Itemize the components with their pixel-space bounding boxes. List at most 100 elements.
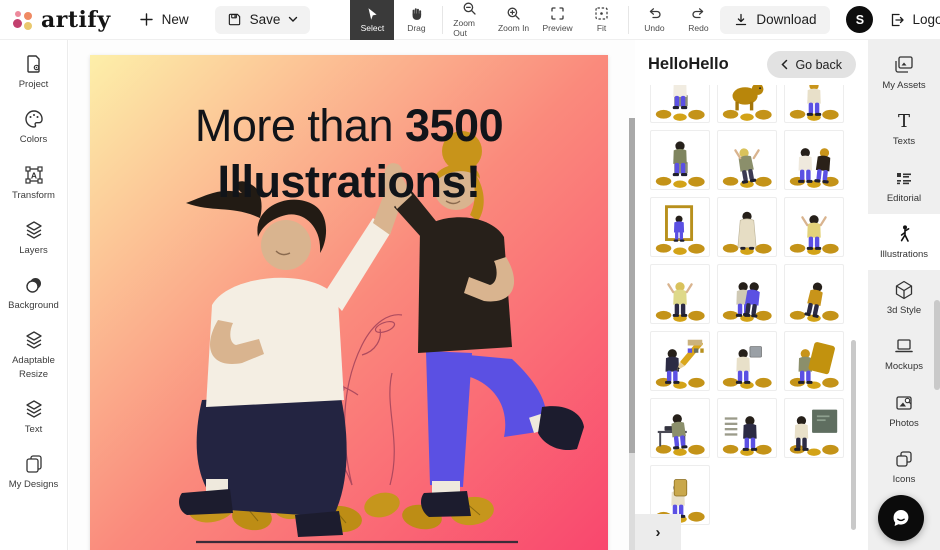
chevron-right-icon: › xyxy=(655,523,661,541)
illustration-thumbnail-person-in-robe[interactable] xyxy=(717,197,777,257)
rail-item-my-assets[interactable]: My Assets xyxy=(868,45,940,101)
workspace: More than 3500 Illustrations! xyxy=(69,40,635,550)
rail-item-icons[interactable]: Icons xyxy=(868,439,940,495)
tool-undo[interactable]: Undo xyxy=(632,0,676,40)
tool-fit[interactable]: Fit xyxy=(580,0,624,40)
sidebar-item-adaptable-resize[interactable]: Adaptable Resize xyxy=(2,329,66,381)
illustration-thumbnail-person-with-rabbit[interactable] xyxy=(650,85,710,123)
illustration-thumbnail-person-dancing-basket[interactable] xyxy=(717,130,777,190)
cube-icon xyxy=(895,281,913,300)
undo-icon xyxy=(649,8,661,19)
thumbnail-grid xyxy=(650,85,855,525)
toolbar-divider xyxy=(627,5,629,34)
illustration-thumbnail-person-walking-away[interactable] xyxy=(784,85,844,123)
panel-scrollbar[interactable] xyxy=(851,340,856,530)
sidebar-item-text[interactable]: Text xyxy=(2,398,66,436)
hand-icon xyxy=(412,8,422,20)
sidebar-item-transform[interactable]: A Transform xyxy=(2,164,66,202)
thumbnail-scroll-area[interactable] xyxy=(635,85,855,550)
zoom-in-icon xyxy=(507,7,520,20)
cursor-icon xyxy=(368,7,378,20)
logo-text: artify xyxy=(41,6,111,33)
icons-stack-icon xyxy=(896,451,912,467)
illustration-thumbnail-person-holding-box[interactable] xyxy=(717,331,777,391)
illustration-thumbnail-person-sitting-on-box[interactable] xyxy=(650,130,710,190)
logout-icon xyxy=(892,13,905,26)
collapse-panel-button[interactable]: › xyxy=(635,514,681,550)
illustration-thumbnail-couple-hugging[interactable] xyxy=(717,264,777,324)
tool-drag[interactable]: Drag xyxy=(394,0,438,40)
tool-select[interactable]: Select xyxy=(350,0,395,40)
rail-item-mockups[interactable]: Mockups xyxy=(868,326,940,382)
svg-text:T: T xyxy=(898,111,910,132)
toolbar-divider xyxy=(442,5,444,34)
save-button[interactable]: Save xyxy=(214,5,311,34)
go-back-button[interactable]: Go back xyxy=(767,51,856,78)
plus-icon xyxy=(139,13,153,26)
rail-item-editorial[interactable]: Editorial xyxy=(868,158,940,214)
laptop-icon xyxy=(895,339,913,353)
tool-redo[interactable]: Redo xyxy=(676,0,720,40)
avatar[interactable]: S xyxy=(846,6,874,33)
chat-bubble-icon xyxy=(893,510,909,526)
rail-item-3d-style[interactable]: 3d Style xyxy=(868,270,940,326)
rail-item-texts[interactable]: T Texts xyxy=(868,101,940,157)
panel-header: HelloHello Go back xyxy=(635,40,868,84)
sidebar-item-my-designs[interactable]: My Designs xyxy=(2,453,66,491)
adaptable-resize-icon xyxy=(25,331,42,350)
illustration-thumbnail-person-with-giant-pencil[interactable] xyxy=(650,331,710,391)
texts-icon: T xyxy=(898,111,910,132)
text-layers-icon xyxy=(25,400,42,418)
tool-zoom-out[interactable]: Zoom Out xyxy=(447,0,491,40)
logout-button[interactable]: Logout xyxy=(889,12,940,28)
sidebar-item-layers[interactable]: Layers xyxy=(2,219,66,257)
tool-group: Select Drag Zoom Out Zoom In Preview Fit… xyxy=(350,0,720,40)
transform-icon: A xyxy=(24,165,43,184)
rail-item-illustrations[interactable]: Illustrations xyxy=(868,213,940,271)
illustration-thumbnail-framed-portrait[interactable] xyxy=(650,197,710,257)
app-window: artify New Save Select Drag Zoom Out Zoo… xyxy=(0,0,940,550)
top-toolbar: artify New Save Select Drag Zoom Out Zoo… xyxy=(0,0,940,40)
download-icon xyxy=(736,13,747,25)
illustration-thumbnail-person-running-phone[interactable] xyxy=(784,264,844,324)
photo-search-icon xyxy=(896,396,912,410)
illustration-thumbnail-person-at-desk[interactable] xyxy=(650,398,710,458)
design-canvas[interactable]: More than 3500 Illustrations! xyxy=(90,55,608,550)
my-assets-icon xyxy=(895,56,913,73)
editorial-icon xyxy=(897,172,911,184)
tool-preview[interactable]: Preview xyxy=(536,0,580,40)
app-logo[interactable]: artify xyxy=(12,7,111,33)
chevron-left-icon xyxy=(781,59,788,70)
layers-icon xyxy=(25,221,42,239)
background-icon xyxy=(25,278,41,293)
illustration-thumbnail-person-carrying-board[interactable] xyxy=(784,331,844,391)
fit-icon xyxy=(595,7,608,20)
sidebar-item-background[interactable]: Background xyxy=(2,274,66,312)
panel-title: HelloHello xyxy=(648,55,729,73)
illustration-thumbnail-person-exercising[interactable] xyxy=(784,197,844,257)
illustration-thumbnail-couple-dancing[interactable] xyxy=(784,130,844,190)
illustration-thumbnail-person-celebrating[interactable] xyxy=(650,264,710,324)
tool-zoom-in[interactable]: Zoom In xyxy=(492,0,536,40)
right-rail: My Assets T Texts Editorial Illustration… xyxy=(868,40,940,550)
new-button[interactable]: New xyxy=(139,12,189,27)
toolbar-right-group: Download S Logout xyxy=(720,5,940,34)
my-designs-icon xyxy=(25,455,42,474)
window-scrollbar[interactable] xyxy=(934,300,940,390)
left-sidebar: Project Colors A Transform Layers Backgr… xyxy=(0,40,68,550)
rail-item-photos[interactable]: Photos xyxy=(868,383,940,439)
illustration-thumbnail-bulldog-dog[interactable] xyxy=(717,85,777,123)
save-icon xyxy=(228,13,240,26)
redo-icon xyxy=(692,8,704,19)
zoom-out-icon xyxy=(463,2,476,15)
sidebar-item-colors[interactable]: Colors xyxy=(2,108,66,146)
logo-dots-icon xyxy=(12,9,34,31)
chat-launcher-button[interactable] xyxy=(878,495,924,541)
palette-icon xyxy=(24,110,43,128)
sidebar-item-project[interactable]: Project xyxy=(2,53,66,91)
illustration-thumbnail-teacher-at-blackboard[interactable] xyxy=(784,398,844,458)
illustration-thumbnail-person-at-bookshelf[interactable] xyxy=(717,398,777,458)
download-button[interactable]: Download xyxy=(720,5,831,34)
headline-text[interactable]: More than 3500 Illustrations! xyxy=(90,98,608,210)
preview-icon xyxy=(551,7,564,20)
